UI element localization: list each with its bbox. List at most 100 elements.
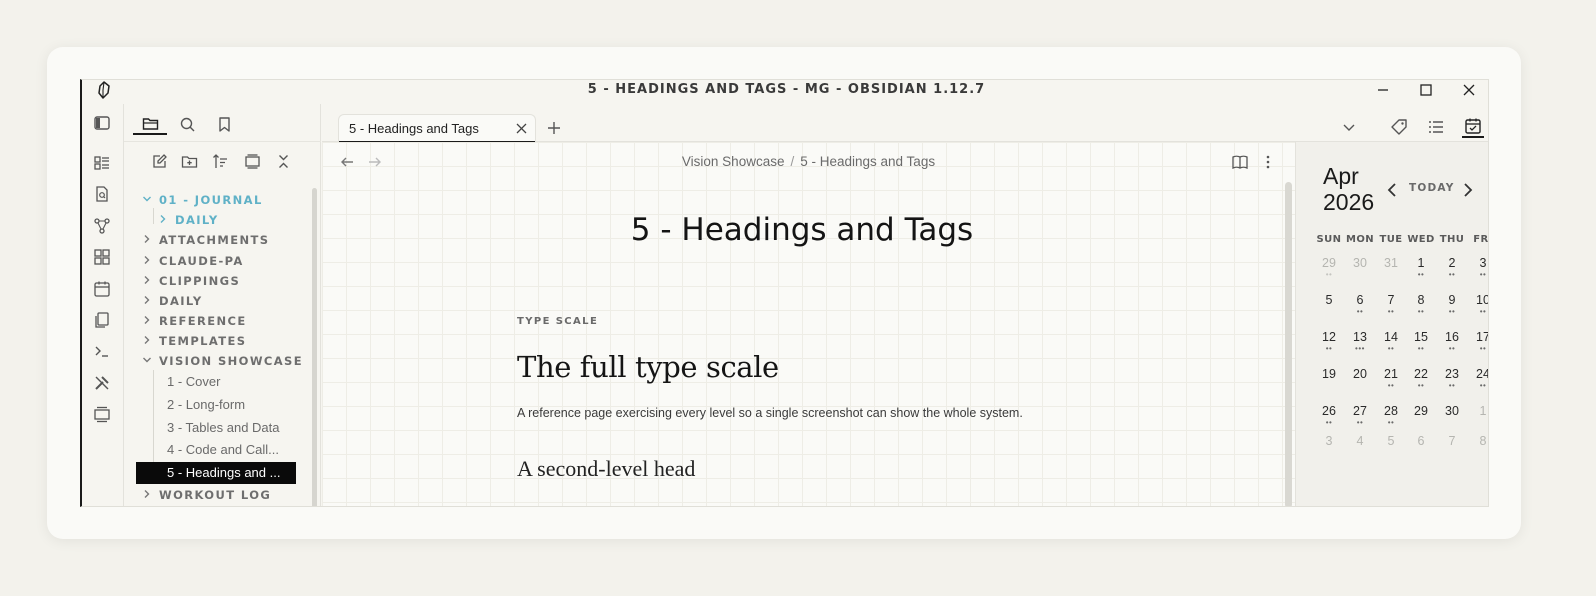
day-number: 8 [1479, 434, 1487, 448]
reading-view-icon[interactable] [1231, 153, 1249, 171]
calendar-day[interactable]: 6 •• [1345, 293, 1375, 327]
collapse-all-button[interactable] [275, 153, 293, 171]
calendar-day[interactable]: 19 [1314, 367, 1344, 401]
calendar-day[interactable]: 5 [1314, 293, 1344, 327]
calendar-day[interactable]: 24 •• [1468, 367, 1488, 401]
calendar-day[interactable]: 22 •• [1406, 367, 1436, 401]
folder-label: DAILY [159, 294, 203, 308]
calendar-day[interactable]: 31 [1376, 256, 1406, 290]
ribbon-dashboard[interactable] [93, 154, 113, 174]
file-explorer-sidebar: 01 - JOURNAL DAILY ATTACHMENTS CLAUDE-PA… [124, 104, 321, 506]
day-number: 2 [1448, 256, 1456, 270]
calendar-day[interactable]: 15 •• [1406, 330, 1436, 364]
ribbon-graph[interactable] [93, 217, 113, 237]
calendar-day[interactable]: 17 •• [1468, 330, 1488, 364]
calendar-day[interactable]: 4 [1345, 434, 1375, 468]
ribbon-files[interactable] [93, 311, 113, 331]
new-tab-icon[interactable] [546, 120, 562, 136]
new-note-button[interactable] [151, 153, 169, 171]
calendar-day[interactable]: 21 •• [1376, 367, 1406, 401]
day-number: 20 [1353, 367, 1367, 381]
new-folder-button[interactable] [181, 153, 199, 171]
note-title[interactable]: 5 - Headings and Tags [322, 212, 1282, 248]
sidebar-scrollbar[interactable] [312, 188, 317, 506]
tags-pane-button[interactable] [1388, 116, 1410, 138]
ribbon-terminal[interactable] [93, 342, 113, 362]
file-item[interactable]: 1 - Cover [136, 371, 296, 393]
calendar-day[interactable]: 30 [1437, 404, 1467, 438]
chevron-right-icon [144, 336, 150, 344]
close-tab-icon[interactable] [515, 122, 528, 135]
editor-scrollbar[interactable] [1285, 182, 1292, 506]
close-window-button[interactable] [1461, 82, 1481, 100]
tab-bookmarks[interactable] [207, 113, 241, 135]
calendar-day[interactable]: 28 •• [1376, 404, 1406, 438]
folder-label: REFERENCE [159, 314, 247, 328]
day-number: 30 [1445, 404, 1459, 418]
note-dots-indicator: •• [1325, 418, 1333, 427]
calendar-day[interactable]: 7 •• [1376, 293, 1406, 327]
more-options-icon[interactable] [1259, 153, 1277, 171]
ribbon-grid[interactable] [93, 248, 113, 268]
tools-icon [95, 376, 109, 390]
today-button[interactable]: TODAY [1409, 182, 1455, 194]
chevron-right-icon[interactable] [1461, 182, 1475, 198]
calendar-day[interactable]: 2 •• [1437, 256, 1467, 290]
calendar-day[interactable]: 1 •• [1406, 256, 1436, 290]
calendar-day[interactable]: 14 •• [1376, 330, 1406, 364]
calendar-day[interactable]: 9 •• [1437, 293, 1467, 327]
note-dots-indicator: •• [1387, 381, 1395, 390]
sort-button[interactable] [212, 153, 230, 171]
calendar-day[interactable]: 5 [1376, 434, 1406, 468]
file-item[interactable]: 4 - Code and Call... [136, 439, 296, 461]
calendar-day[interactable]: 8 •• [1406, 293, 1436, 327]
calendar-day[interactable]: 29 •• [1314, 256, 1344, 290]
chevron-right-icon [144, 490, 150, 498]
calendar-day[interactable]: 1 [1468, 404, 1488, 438]
day-number: 15 [1414, 330, 1428, 344]
calendar-day[interactable]: 3 [1314, 434, 1344, 468]
ribbon-slides[interactable] [93, 405, 113, 425]
calendar-day[interactable]: 13 ••• [1345, 330, 1375, 364]
tab-search[interactable] [170, 113, 204, 135]
calendar-day[interactable]: 7 [1437, 434, 1467, 468]
breadcrumb-note[interactable]: 5 - Headings and Tags [800, 154, 935, 169]
ribbon-sidebar-toggle[interactable] [93, 114, 113, 134]
tab-list-dropdown[interactable] [1338, 116, 1360, 138]
calendar-day[interactable]: 10 •• [1468, 293, 1488, 327]
day-number: 29 [1414, 404, 1428, 418]
note-dots-indicator: •• [1387, 344, 1395, 353]
calendar-day[interactable]: 27 •• [1345, 404, 1375, 438]
tab-files[interactable] [133, 113, 167, 135]
tab-headings-and-tags[interactable]: 5 - Headings and Tags [338, 114, 536, 143]
ribbon-calendar[interactable] [93, 280, 113, 300]
calendar-day[interactable]: 20 [1345, 367, 1375, 401]
calendar-day[interactable]: 26 •• [1314, 404, 1344, 438]
ribbon-tools[interactable] [93, 374, 113, 394]
file-item[interactable]: 3 - Tables and Data [136, 417, 296, 439]
calendar-day[interactable]: 30 [1345, 256, 1375, 290]
outline-pane-button[interactable] [1425, 116, 1447, 138]
sidebar-tab-row [124, 104, 321, 142]
ribbon-search-file[interactable] [93, 185, 113, 205]
calendar-day[interactable]: 29 [1406, 404, 1436, 438]
maximize-button[interactable] [1418, 82, 1438, 100]
folder-label: VISION SHOWCASE [159, 354, 303, 368]
file-label: 1 - Cover [167, 374, 221, 389]
collapse-panel-button[interactable] [244, 153, 262, 171]
day-number: 5 [1387, 434, 1395, 448]
calendar-day[interactable]: 3 •• [1468, 256, 1488, 290]
minimize-button[interactable] [1375, 82, 1395, 100]
calendar-day[interactable]: 16 •• [1437, 330, 1467, 364]
sidebar-toggle-icon [94, 116, 110, 130]
calendar-day[interactable]: 8 [1468, 434, 1488, 468]
breadcrumb-folder[interactable]: Vision Showcase [682, 154, 785, 169]
calendar-day[interactable]: 12 •• [1314, 330, 1344, 364]
chevron-right-icon [144, 296, 150, 304]
calendar-day[interactable]: 23 •• [1437, 367, 1467, 401]
file-item-active[interactable]: 5 - Headings and ... [136, 462, 296, 484]
calendar-day[interactable]: 6 [1406, 434, 1436, 468]
calendar-pane-button[interactable] [1462, 116, 1484, 138]
file-item[interactable]: 2 - Long-form [136, 394, 296, 416]
chevron-left-icon[interactable] [1385, 182, 1399, 198]
